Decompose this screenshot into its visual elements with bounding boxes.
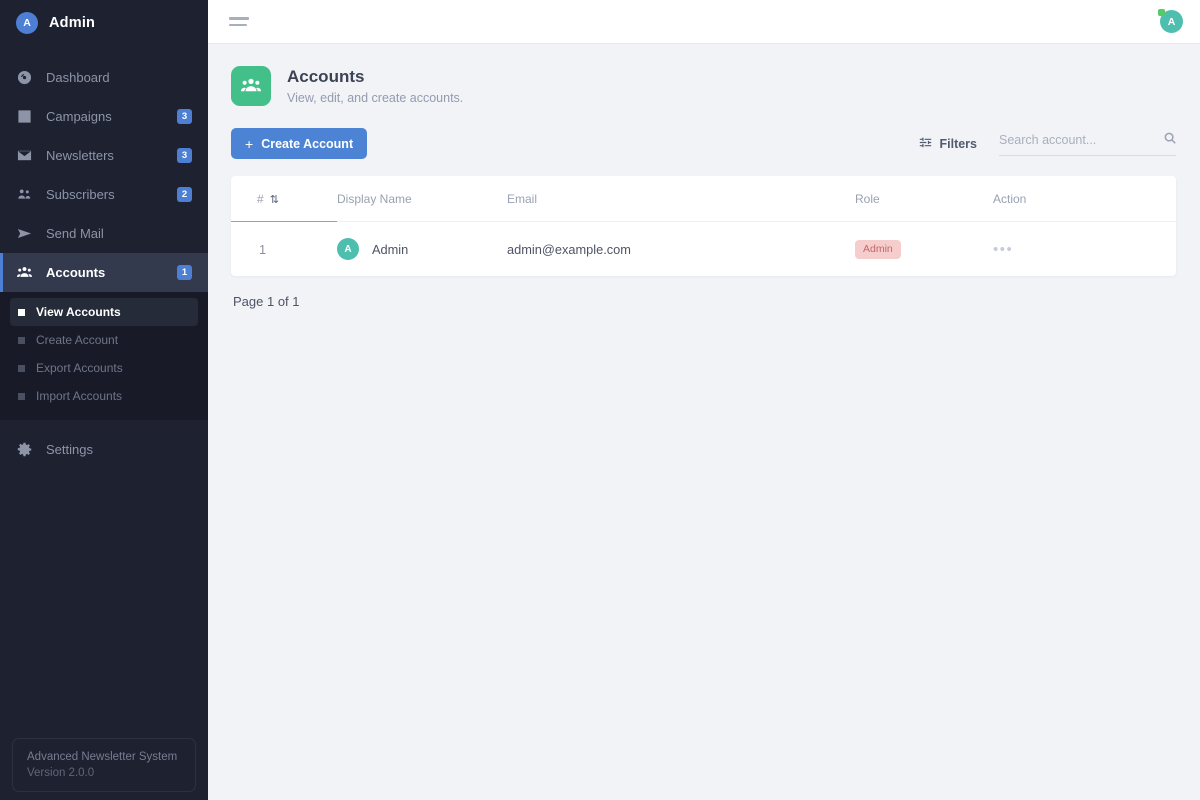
sidebar-item-label: Campaigns [46,109,112,124]
app-root: A Admin Dashboard Campaigns 3 Newsletter… [0,0,1200,800]
bullet-icon [18,336,25,344]
topbar: A [208,0,1200,44]
sidebar-item-label: Settings [46,442,93,457]
column-header-email[interactable]: Email [507,176,855,222]
submenu-item-export-accounts[interactable]: Export Accounts [10,354,198,382]
cell-display-name: A Admin [337,222,507,277]
filters-button[interactable]: Filters [919,136,977,152]
sidebar-item-send-mail[interactable]: Send Mail [0,214,208,253]
avatar[interactable]: A [1158,9,1183,33]
submenu-item-import-accounts[interactable]: Import Accounts [10,382,198,410]
gear-icon [16,441,33,458]
status-badge: Admin [855,239,901,259]
sidebar-item-accounts[interactable]: Accounts 1 [0,253,208,292]
sidebar-badge: 2 [177,187,192,202]
sidebar-submenu-accounts: View Accounts Create Account Export Acco… [0,292,208,420]
search-box[interactable] [999,131,1176,156]
table-row[interactable]: 1 A Admin admin@example.com Admin ••• [231,222,1176,277]
sidebar-item-label: Subscribers [46,187,115,202]
envelope-icon [16,147,33,164]
brand[interactable]: A Admin [0,0,208,46]
column-header-display-name[interactable]: Display Name [337,176,507,222]
sidebar-item-dashboard[interactable]: Dashboard [0,58,208,97]
users-icon [16,186,33,203]
submenu-item-label: Export Accounts [36,361,123,375]
column-header-action: Action [993,176,1176,222]
sort-icon[interactable]: ⇅ [270,193,279,206]
page-subtitle: View, edit, and create accounts. [287,90,464,105]
sidebar-item-subscribers[interactable]: Subscribers 2 [0,175,208,214]
create-account-label: Create Account [261,136,354,151]
display-name-wrapper: A Admin [337,238,507,260]
list-icon [16,108,33,125]
page-header: Accounts View, edit, and create accounts… [231,66,1176,106]
column-header-role[interactable]: Role [855,176,993,222]
sidebar: A Admin Dashboard Campaigns 3 Newsletter… [0,0,208,800]
avatar: A [337,238,359,260]
toolbar: + Create Account Filters [231,128,1176,159]
users-group-icon [231,66,271,106]
sidebar-item-label: Dashboard [46,70,110,85]
page-title: Accounts [287,67,365,87]
hamburger-icon[interactable] [229,17,249,26]
filter-sliders-icon [919,136,932,152]
plus-icon: + [245,135,254,152]
brand-avatar: A [16,12,38,34]
cell-number: 1 [259,241,267,257]
users-group-icon [16,264,33,281]
sidebar-badge: 3 [177,109,192,124]
display-name-text: Admin [372,241,409,257]
submenu-item-label: Import Accounts [36,389,123,403]
sidebar-item-settings[interactable]: Settings [0,430,208,469]
sidebar-item-campaigns[interactable]: Campaigns 3 [0,97,208,136]
sidebar-item-label: Accounts [46,265,106,280]
create-account-button[interactable]: + Create Account [231,128,368,159]
sidebar-badge: 1 [177,265,192,280]
sidebar-nav: Dashboard Campaigns 3 Newsletters 3 Subs… [0,46,208,292]
submenu-item-label: Create Account [36,333,119,347]
row-actions-menu-icon[interactable]: ••• [993,241,1013,258]
paper-plane-icon [16,225,33,242]
sidebar-footer: Advanced Newsletter System Version 2.0.0 [12,738,196,792]
bullet-icon [18,364,25,372]
table-header-row: # ⇅ Display Name Email Role Action [231,176,1176,222]
table-body: 1 A Admin admin@example.com Admin ••• [231,222,1176,277]
sidebar-nav-tail: Settings [0,420,208,469]
table-head: # ⇅ Display Name Email Role Action [231,176,1176,222]
bullet-icon [18,308,25,316]
submenu-item-label: View Accounts [36,305,121,319]
sidebar-badge: 3 [177,148,192,163]
toolbar-right: Filters [919,131,1176,156]
page-content: Accounts View, edit, and create accounts… [208,44,1200,800]
product-version: Version 2.0.0 [27,767,95,779]
online-status-icon [1158,9,1165,16]
sidebar-item-label: Send Mail [46,226,104,241]
submenu-item-view-accounts[interactable]: View Accounts [10,298,198,326]
avatar-initial: A [1167,15,1176,28]
cell-role: Admin [855,222,993,277]
accounts-table-card: # ⇅ Display Name Email Role Action 1 A A… [231,176,1176,276]
column-header-number[interactable]: # ⇅ [231,176,337,222]
search-input[interactable] [999,133,1164,147]
accounts-table: # ⇅ Display Name Email Role Action 1 A A… [231,176,1176,276]
brand-name: Admin [49,15,96,31]
sidebar-item-newsletters[interactable]: Newsletters 3 [0,136,208,175]
pagination: Page 1 of 1 [233,294,300,309]
filters-label: Filters [939,136,977,151]
dashboard-icon [16,69,33,86]
search-icon[interactable] [1164,131,1176,149]
sidebar-item-label: Newsletters [46,148,114,163]
bullet-icon [18,392,25,400]
product-name: Advanced Newsletter System [27,751,178,763]
page-header-text: Accounts View, edit, and create accounts… [287,67,463,104]
cell-action: ••• [993,222,1176,277]
main-area: A Accounts View, edit, and create accoun… [208,0,1200,800]
cell-email: admin@example.com [507,241,631,257]
submenu-item-create-account[interactable]: Create Account [10,326,198,354]
column-header-number-label: # [257,192,264,206]
